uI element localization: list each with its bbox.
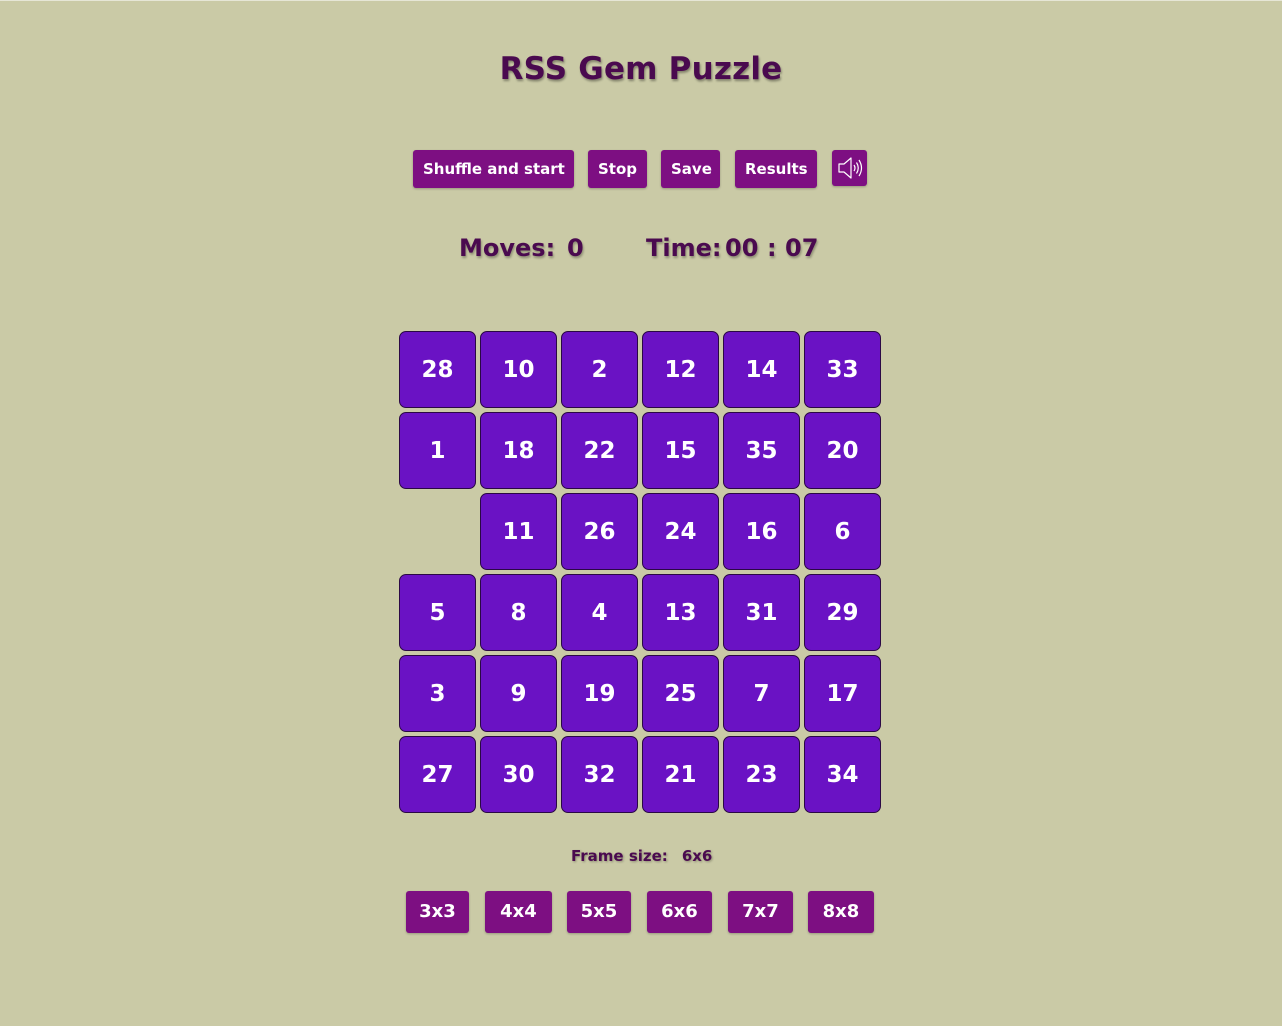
speaker-icon [835,153,865,183]
page-title: RSS Gem Puzzle [499,51,783,87]
time-label: Time: [646,234,722,262]
puzzle-tile[interactable]: 34 [804,736,881,813]
puzzle-tile[interactable]: 30 [480,736,557,813]
size-button-5x5[interactable]: 5x5 [567,891,631,933]
puzzle-tile[interactable]: 18 [480,412,557,489]
puzzle-tile[interactable]: 32 [561,736,638,813]
toolbar: Shuffle and start Stop Save Results [413,150,867,188]
puzzle-tile[interactable]: 5 [399,574,476,651]
puzzle-tile[interactable]: 8 [480,574,557,651]
puzzle-tile[interactable]: 7 [723,655,800,732]
puzzle-tile[interactable]: 16 [723,493,800,570]
puzzle-tile[interactable]: 14 [723,331,800,408]
results-button[interactable]: Results [735,150,817,188]
puzzle-tile[interactable]: 15 [642,412,719,489]
size-button-4x4[interactable]: 4x4 [485,891,552,933]
time-minutes: 00 [725,234,759,262]
puzzle-tile[interactable]: 35 [723,412,800,489]
puzzle-tile[interactable]: 22 [561,412,638,489]
puzzle-tile[interactable]: 20 [804,412,881,489]
puzzle-tile[interactable]: 12 [642,331,719,408]
moves-label: Moves: [459,234,556,262]
size-button-6x6[interactable]: 6x6 [647,891,712,933]
frame-size-label: Frame size: [571,847,668,865]
frame-size-value: 6x6 [681,847,713,865]
empty-cell [399,493,476,570]
puzzle-tile[interactable]: 4 [561,574,638,651]
size-button-8x8[interactable]: 8x8 [808,891,874,933]
size-button-7x7[interactable]: 7x7 [728,891,793,933]
puzzle-tile[interactable]: 24 [642,493,719,570]
puzzle-tile[interactable]: 23 [723,736,800,813]
puzzle-tile[interactable]: 29 [804,574,881,651]
save-button[interactable]: Save [661,150,720,188]
moves-counter: 0 [567,234,584,262]
puzzle-tile[interactable]: 10 [480,331,557,408]
frame-size-display: Frame size: 6x6 [571,847,712,865]
puzzle-tile[interactable]: 6 [804,493,881,570]
puzzle-tile[interactable]: 1 [399,412,476,489]
time-separator: : [767,234,777,262]
puzzle-tile[interactable]: 31 [723,574,800,651]
puzzle-tile[interactable]: 3 [399,655,476,732]
puzzle-tile[interactable]: 27 [399,736,476,813]
puzzle-tile[interactable]: 28 [399,331,476,408]
stop-button[interactable]: Stop [588,150,647,188]
puzzle-board: 28 10 2 12 14 33 1 18 22 15 35 20 11 26 24 16 6 5 8 4 13 31 29… [399,331,881,813]
puzzle-tile[interactable]: 21 [642,736,719,813]
puzzle-tile[interactable]: 2 [561,331,638,408]
size-button-3x3[interactable]: 3x3 [406,891,469,933]
puzzle-tile[interactable]: 11 [480,493,557,570]
time-seconds: 07 [785,234,819,262]
puzzle-tile[interactable]: 33 [804,331,881,408]
puzzle-tile[interactable]: 13 [642,574,719,651]
puzzle-tile[interactable]: 17 [804,655,881,732]
puzzle-tile[interactable]: 25 [642,655,719,732]
puzzle-tile[interactable]: 26 [561,493,638,570]
sound-toggle-button[interactable] [832,150,867,186]
puzzle-tile[interactable]: 19 [561,655,638,732]
shuffle-and-start-button[interactable]: Shuffle and start [413,150,574,188]
puzzle-tile[interactable]: 9 [480,655,557,732]
